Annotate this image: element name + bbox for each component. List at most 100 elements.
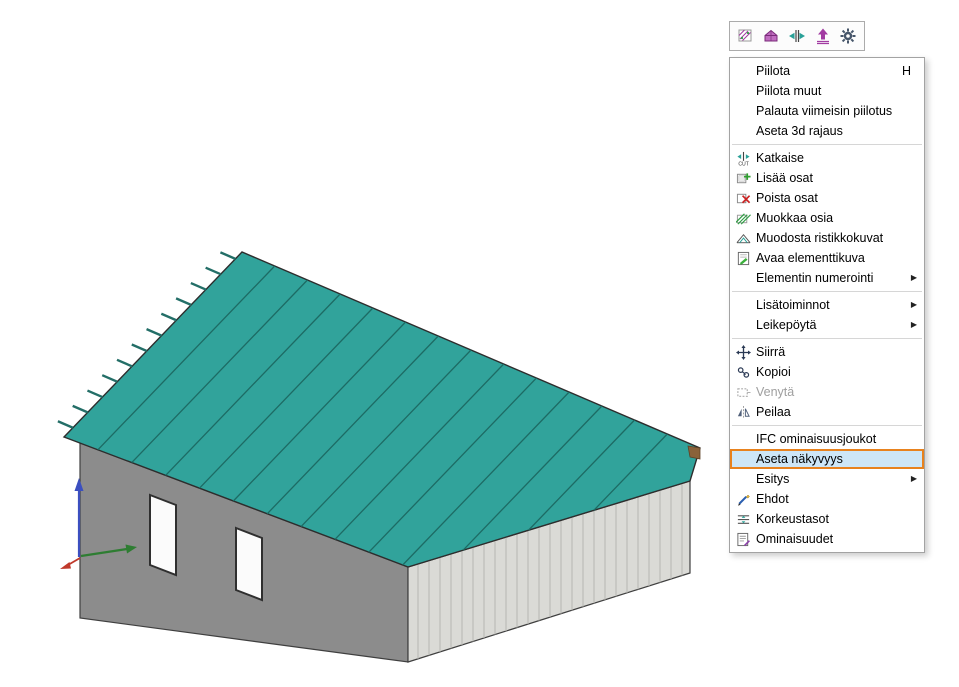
drawing-parts-icon[interactable] <box>735 25 757 47</box>
component-icon[interactable] <box>760 25 782 47</box>
menu-item-katkaise[interactable]: CUT Katkaise <box>730 148 924 168</box>
menu-item-label: Katkaise <box>756 151 924 165</box>
rafter-tail-line <box>58 421 73 428</box>
menu-item-leikepoyta[interactable]: Leikepöytä▶ <box>730 315 924 335</box>
menu-item-venyta: Venytä <box>730 382 924 402</box>
menu-item-ominaisuudet[interactable]: Ominaisuudet <box>730 529 924 549</box>
raise-element-icon[interactable] <box>812 25 834 47</box>
menu-item-label: Lisää osat <box>756 171 924 185</box>
menu-item-label: Piilota muut <box>756 84 924 98</box>
menu-item-label: Aseta 3d rajaus <box>756 124 924 138</box>
window[interactable] <box>150 495 176 575</box>
copy-icon <box>730 364 756 380</box>
menu-item-elementin-numerointi[interactable]: Elementin numerointi▶ <box>730 268 924 288</box>
menu-item-icon-slot <box>730 103 756 119</box>
submenu-arrow-icon: ▶ <box>911 475 924 483</box>
menu-item-korkeustasot[interactable]: Korkeustasot <box>730 509 924 529</box>
menu-item-label: Leikepöytä <box>756 318 911 332</box>
svg-text:CUT: CUT <box>738 161 749 165</box>
menu-item-avaa-elementtikuva[interactable]: Avaa elementtikuva <box>730 248 924 268</box>
menu-item-piilota[interactable]: PiilotaH <box>730 61 924 81</box>
axis-y-arrowhead <box>60 562 71 569</box>
menu-item-icon-slot <box>730 123 756 139</box>
menu-item-muokkaa-osia[interactable]: Muokkaa osia <box>730 208 924 228</box>
menu-item-lisatoiminnot[interactable]: Lisätoiminnot▶ <box>730 295 924 315</box>
menu-item-label: Palauta viimeisin piilotus <box>756 104 924 118</box>
menu-item-label: Korkeustasot <box>756 512 924 526</box>
menu-item-ehdot[interactable]: Ehdot <box>730 489 924 509</box>
mirror-icon <box>730 404 756 420</box>
menu-item-shortcut: H <box>902 64 924 78</box>
menu-item-icon-slot <box>730 297 756 313</box>
rafter-tail-line <box>161 314 176 321</box>
rafter-tail-line <box>176 298 191 305</box>
menu-item-palauta-viimeisin-piilotus[interactable]: Palauta viimeisin piilotus <box>730 101 924 121</box>
remove-parts-icon <box>730 190 756 206</box>
conditions-icon <box>730 491 756 507</box>
rafter-tail-line <box>220 252 235 259</box>
menu-item-label: Venytä <box>756 385 924 399</box>
menu-item-siirra[interactable]: Siirrä <box>730 342 924 362</box>
menu-item-poista-osat[interactable]: Poista osat <box>730 188 924 208</box>
levels-icon <box>730 511 756 527</box>
rafter-tail-line <box>191 283 206 290</box>
menu-item-esitys[interactable]: Esitys▶ <box>730 469 924 489</box>
menu-separator <box>730 335 924 342</box>
menu-item-label: Lisätoiminnot <box>756 298 911 312</box>
rafter-tail-line <box>206 268 221 275</box>
menu-item-icon-slot <box>730 83 756 99</box>
move-icon <box>730 344 756 360</box>
menu-item-kopioi[interactable]: Kopioi <box>730 362 924 382</box>
submenu-arrow-icon: ▶ <box>911 274 924 282</box>
menu-item-label: Ehdot <box>756 492 924 506</box>
menu-item-label: Avaa elementtikuva <box>756 251 924 265</box>
menu-item-piilota-muut[interactable]: Piilota muut <box>730 81 924 101</box>
eave-beam <box>688 446 700 459</box>
menu-item-label: Siirrä <box>756 345 924 359</box>
align-arrows-icon[interactable] <box>786 25 808 47</box>
rafter-tail-line <box>73 406 88 413</box>
rafter-tail-line <box>132 344 147 351</box>
menu-item-icon-slot <box>730 471 756 487</box>
menu-item-label: Piilota <box>756 64 902 78</box>
menu-item-icon-slot <box>730 317 756 333</box>
rafter-tail-line <box>147 329 162 336</box>
modify-parts-icon <box>730 210 756 226</box>
stretch-icon <box>730 384 756 400</box>
menu-item-label: Elementin numerointi <box>756 271 911 285</box>
menu-separator <box>730 422 924 429</box>
menu-item-aseta-3d-rajaus[interactable]: Aseta 3d rajaus <box>730 121 924 141</box>
menu-item-ifc-ominaisuusjoukot[interactable]: IFC ominaisuusjoukot <box>730 429 924 449</box>
context-toolbar <box>729 21 865 51</box>
menu-item-label: Muokkaa osia <box>756 211 924 225</box>
submenu-arrow-icon: ▶ <box>911 301 924 309</box>
menu-item-label: Kopioi <box>756 365 924 379</box>
menu-item-icon-slot <box>730 451 756 467</box>
rafter-tail-line <box>87 391 102 398</box>
menu-item-lisaa-osat[interactable]: Lisää osat <box>730 168 924 188</box>
window[interactable] <box>236 528 262 600</box>
menu-item-icon-slot <box>730 431 756 447</box>
menu-item-label: Aseta näkyvyys <box>756 452 924 466</box>
menu-item-muodosta-ristikkokuvat[interactable]: Muodosta ristikkokuvat <box>730 228 924 248</box>
menu-item-peilaa[interactable]: Peilaa <box>730 402 924 422</box>
rafter-tail-line <box>102 375 117 382</box>
add-parts-icon <box>730 170 756 186</box>
gear-icon[interactable] <box>837 25 859 47</box>
rafter-tail-line <box>117 360 132 367</box>
menu-item-icon-slot <box>730 270 756 286</box>
menu-item-label: Ominaisuudet <box>756 532 924 546</box>
cut-icon: CUT <box>730 150 756 166</box>
menu-item-icon-slot <box>730 63 756 79</box>
menu-item-label: Muodosta ristikkokuvat <box>756 231 924 245</box>
menu-item-label: Esitys <box>756 472 911 486</box>
menu-separator <box>730 141 924 148</box>
context-menu: PiilotaH Piilota muut Palauta viimeisin pi… <box>729 57 925 553</box>
menu-item-label: IFC ominaisuusjoukot <box>756 432 924 446</box>
submenu-arrow-icon: ▶ <box>911 321 924 329</box>
application-window: PiilotaH Piilota muut Palauta viimeisin pi… <box>0 0 959 687</box>
menu-item-aseta-nakyvyys[interactable]: Aseta näkyvyys <box>730 449 924 469</box>
element-drawing-icon <box>730 250 756 266</box>
menu-item-label: Poista osat <box>756 191 924 205</box>
menu-item-label: Peilaa <box>756 405 924 419</box>
